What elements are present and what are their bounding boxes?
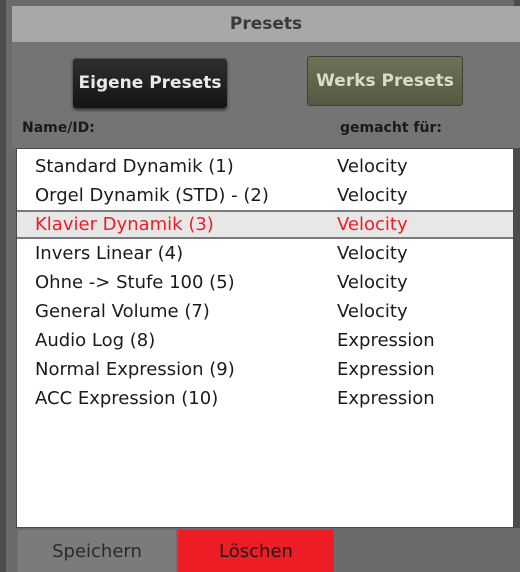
column-header-made-for: gemacht für: [340, 120, 442, 136]
preset-name: Klavier Dynamik (3) [35, 214, 214, 235]
preset-made-for: Expression [337, 330, 435, 351]
preset-made-for: Velocity [337, 243, 408, 264]
preset-made-for: Velocity [337, 301, 408, 322]
list-item[interactable]: ACC Expression (10) Expression [17, 384, 513, 413]
column-header-name: Name/ID: [22, 120, 95, 136]
list-item[interactable]: Invers Linear (4) Velocity [17, 239, 513, 268]
preset-made-for: Expression [337, 359, 435, 380]
save-button[interactable]: Speichern [18, 530, 176, 572]
delete-button[interactable]: Löschen [178, 530, 334, 572]
preset-made-for: Velocity [337, 214, 408, 235]
preset-made-for: Expression [337, 388, 435, 409]
presets-panel: Presets Eigene Presets Werks Presets Nam… [0, 0, 520, 572]
list-item-selected[interactable]: Klavier Dynamik (3) Velocity [17, 210, 513, 239]
preset-name: Standard Dynamik (1) [35, 156, 234, 177]
preset-made-for: Velocity [337, 156, 408, 177]
list-item[interactable]: Ohne -> Stufe 100 (5) Velocity [17, 268, 513, 297]
preset-name: Normal Expression (9) [35, 359, 235, 380]
list-item[interactable]: Orgel Dynamik (STD) - (2) Velocity [17, 181, 513, 210]
preset-name: Audio Log (8) [35, 330, 156, 351]
preset-name: Invers Linear (4) [35, 243, 184, 264]
bottom-action-bar: Speichern Löschen [12, 528, 520, 572]
eigene-presets-button[interactable]: Eigene Presets [73, 58, 227, 108]
list-item[interactable]: Normal Expression (9) Expression [17, 355, 513, 384]
list-item[interactable]: Standard Dynamik (1) Velocity [17, 152, 513, 181]
list-item[interactable]: Audio Log (8) Expression [17, 326, 513, 355]
panel-title: Presets [12, 6, 520, 43]
preset-name: General Volume (7) [35, 301, 210, 322]
preset-name: Ohne -> Stufe 100 (5) [35, 272, 235, 293]
preset-made-for: Velocity [337, 272, 408, 293]
list-item[interactable]: General Volume (7) Velocity [17, 297, 513, 326]
werks-presets-button[interactable]: Werks Presets [307, 56, 463, 106]
preset-name: ACC Expression (10) [35, 388, 219, 409]
preset-list[interactable]: Standard Dynamik (1) Velocity Orgel Dyna… [16, 148, 514, 528]
preset-name: Orgel Dynamik (STD) - (2) [35, 185, 269, 206]
preset-made-for: Velocity [337, 185, 408, 206]
